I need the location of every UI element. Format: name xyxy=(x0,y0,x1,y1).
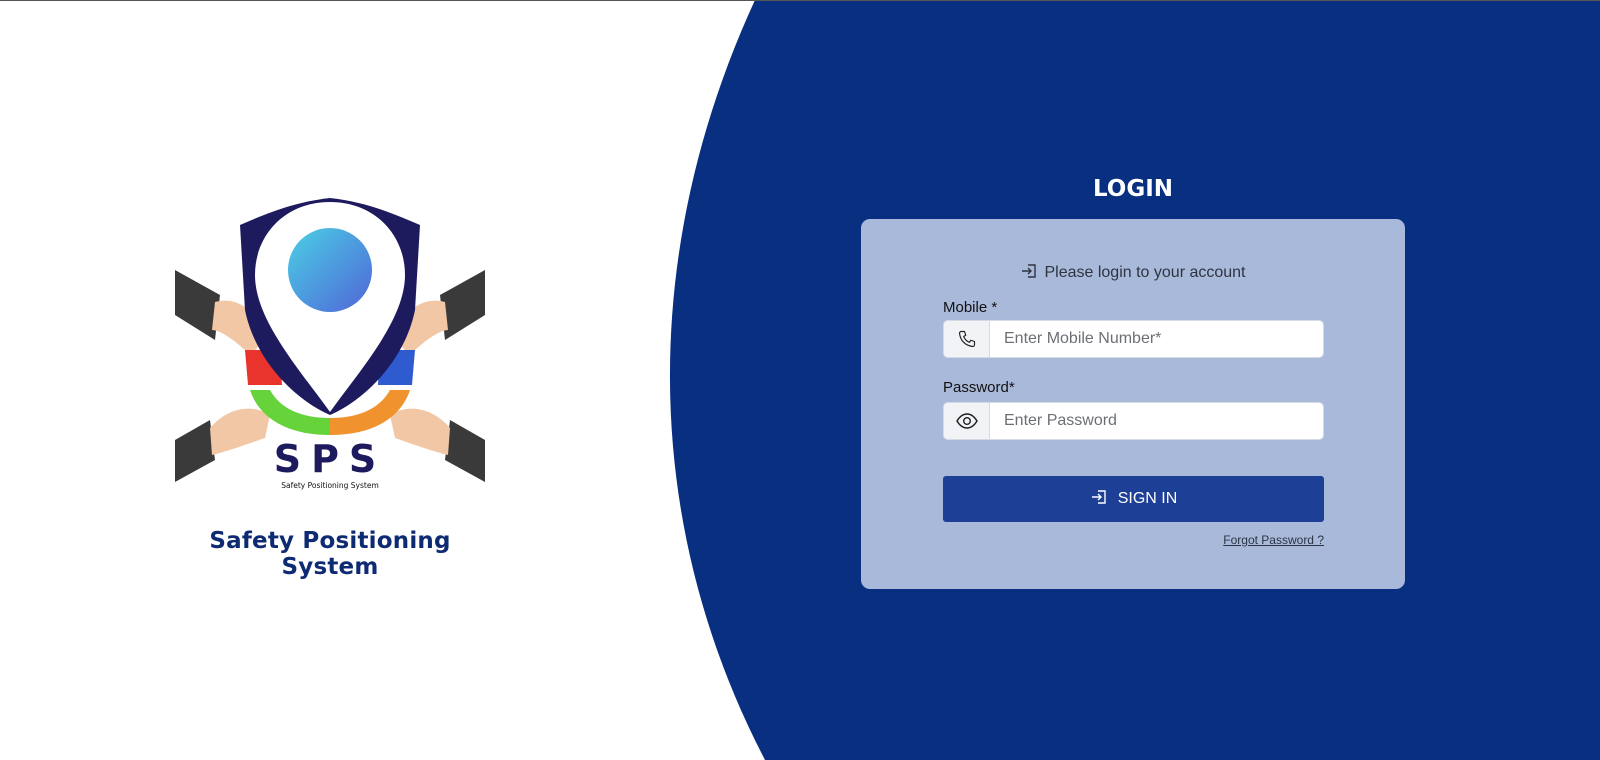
sign-in-icon xyxy=(1020,263,1038,279)
password-input[interactable] xyxy=(990,403,1323,439)
forgot-password-link[interactable]: Forgot Password ? xyxy=(1161,533,1324,547)
mobile-input-group xyxy=(943,320,1324,358)
eye-icon[interactable] xyxy=(944,403,990,439)
sps-logo: SPS Safety Positioning System xyxy=(175,198,485,490)
mobile-input[interactable] xyxy=(990,321,1323,357)
svg-text:SPS: SPS xyxy=(274,437,387,481)
sign-in-button-icon xyxy=(1090,489,1108,510)
svg-text:Safety Positioning System: Safety Positioning System xyxy=(281,481,379,490)
login-title: LOGIN xyxy=(1092,176,1174,202)
phone-icon xyxy=(944,321,990,357)
sign-in-button[interactable]: SIGN IN xyxy=(943,476,1324,522)
login-card: Please login to your account Mobile * Pa… xyxy=(861,219,1405,589)
sign-in-button-label: SIGN IN xyxy=(1117,490,1178,507)
login-subtitle-text: Please login to your account xyxy=(1044,264,1246,281)
brand-name: Safety Positioning System xyxy=(209,528,451,580)
password-input-group xyxy=(943,402,1324,440)
login-subtitle: Please login to your account xyxy=(861,263,1405,282)
mobile-label: Mobile * xyxy=(943,299,998,316)
top-border xyxy=(0,0,1600,1)
password-label: Password* xyxy=(943,379,1015,396)
brand-area: SPS Safety Positioning System Safety Pos… xyxy=(160,190,500,580)
